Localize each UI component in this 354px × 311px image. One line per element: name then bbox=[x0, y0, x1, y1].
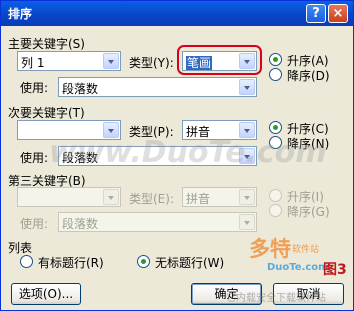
options-button[interactable]: 选项(O)... bbox=[11, 283, 81, 305]
key3-using-label: 使用: bbox=[20, 217, 49, 231]
dialog-title: 排序 bbox=[8, 7, 33, 21]
header-row-radio[interactable] bbox=[20, 255, 33, 268]
no-header-row-label[interactable]: 无标题行(W) bbox=[155, 254, 224, 271]
sort-dialog: 排序 ? × 主要关键字(S) 列 1 类型(Y): 笔画 升序(A) 降序(D… bbox=[0, 0, 354, 311]
header-row-label[interactable]: 有标题行(R) bbox=[38, 254, 104, 271]
logo-watermark-subtitle: 软件站 bbox=[292, 245, 320, 255]
help-button[interactable]: ? bbox=[306, 4, 326, 23]
key1-descending-label[interactable]: 降序(D) bbox=[287, 67, 330, 84]
no-header-row-radio[interactable] bbox=[137, 255, 150, 268]
key1-using-value: 段落数 bbox=[62, 82, 99, 96]
key1-using-label: 使用: bbox=[20, 81, 49, 95]
key3-type-value: 拼音 bbox=[186, 192, 211, 206]
bottom-watermark: 它内载安全下载软件站 bbox=[226, 293, 326, 304]
chevron-down-icon[interactable] bbox=[103, 53, 119, 69]
key3-type-select[interactable]: 拼音 bbox=[182, 187, 257, 207]
key1-type-label: 类型(Y): bbox=[129, 56, 174, 70]
chevron-down-icon bbox=[239, 189, 255, 205]
key3-descending-radio[interactable] bbox=[269, 204, 282, 217]
logo-watermark-domain: DuoTe.com bbox=[267, 262, 329, 273]
key1-ascending-radio[interactable] bbox=[269, 53, 282, 66]
list-label: 列表 bbox=[8, 241, 33, 255]
key1-descending-radio[interactable] bbox=[269, 68, 282, 81]
chevron-down-icon bbox=[239, 214, 255, 230]
chevron-down-icon[interactable] bbox=[239, 79, 255, 95]
key1-label: 主要关键字(S) bbox=[8, 37, 85, 51]
key1-using-select[interactable]: 段落数 bbox=[58, 77, 257, 97]
key2-label: 次要关键字(T) bbox=[8, 106, 85, 120]
key3-column-select[interactable] bbox=[17, 187, 121, 207]
key3-using-select[interactable]: 段落数 bbox=[58, 212, 257, 232]
figure-label: 图3 bbox=[323, 262, 347, 278]
key3-using-value: 段落数 bbox=[62, 217, 99, 231]
key2-using-label: 使用: bbox=[20, 151, 49, 165]
close-button[interactable]: × bbox=[328, 4, 348, 23]
key1-column-value: 列 1 bbox=[21, 56, 45, 70]
key3-ascending-radio[interactable] bbox=[269, 189, 282, 202]
site-watermark: www.DuoTe.com bbox=[49, 135, 327, 170]
logo-watermark: 多特 bbox=[249, 237, 291, 261]
title-bar[interactable]: 排序 ? × bbox=[1, 1, 353, 26]
key3-type-label: 类型(E): bbox=[129, 192, 174, 206]
chevron-down-icon bbox=[103, 189, 119, 205]
annotation-highlight bbox=[177, 45, 262, 75]
key3-descending-label[interactable]: 降序(G) bbox=[287, 203, 330, 220]
key2-ascending-radio[interactable] bbox=[269, 121, 282, 134]
key1-column-select[interactable]: 列 1 bbox=[17, 51, 121, 71]
